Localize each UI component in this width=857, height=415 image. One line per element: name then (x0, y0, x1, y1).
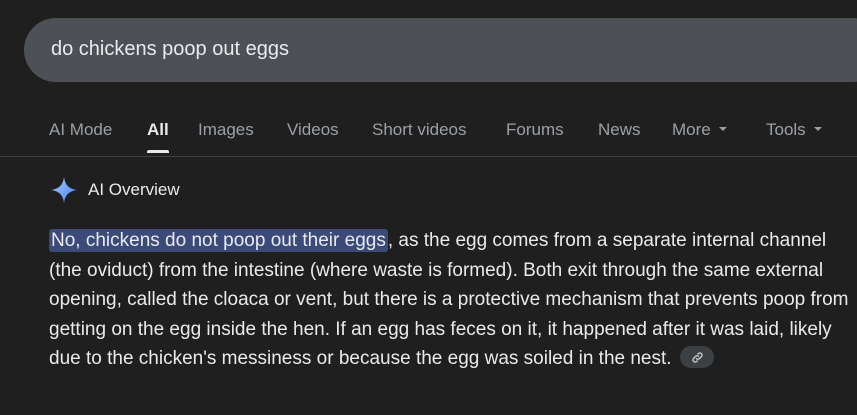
tab-more-label: More (672, 120, 711, 139)
search-tabs: AI Mode All Images Videos Short videos F… (0, 110, 857, 157)
sparkle-icon (51, 177, 77, 203)
search-results-page: AI Mode All Images Videos Short videos F… (0, 0, 857, 415)
search-bar[interactable] (24, 18, 857, 82)
tools-button[interactable]: Tools (766, 120, 822, 140)
tab-forums[interactable]: Forums (506, 120, 564, 140)
link-icon (691, 352, 703, 363)
tab-short-videos[interactable]: Short videos (372, 120, 467, 140)
chevron-down-icon (813, 126, 822, 131)
highlighted-answer: No, chickens do not poop out their eggs (49, 229, 388, 252)
ai-overview-title: AI Overview (88, 180, 180, 199)
ai-overview-header: AI Overview (50, 176, 180, 204)
tab-more[interactable]: More (672, 120, 727, 140)
tools-label: Tools (766, 120, 806, 139)
tab-ai-mode[interactable]: AI Mode (49, 120, 112, 140)
tab-videos[interactable]: Videos (287, 120, 339, 140)
ai-overview-text: No, chickens do not poop out their eggs,… (49, 226, 849, 374)
tab-images[interactable]: Images (198, 120, 254, 140)
source-link-button[interactable] (679, 345, 714, 368)
search-input[interactable] (51, 37, 811, 61)
tab-news[interactable]: News (598, 120, 641, 140)
chevron-down-icon (718, 126, 727, 131)
tab-all[interactable]: All (147, 120, 169, 153)
